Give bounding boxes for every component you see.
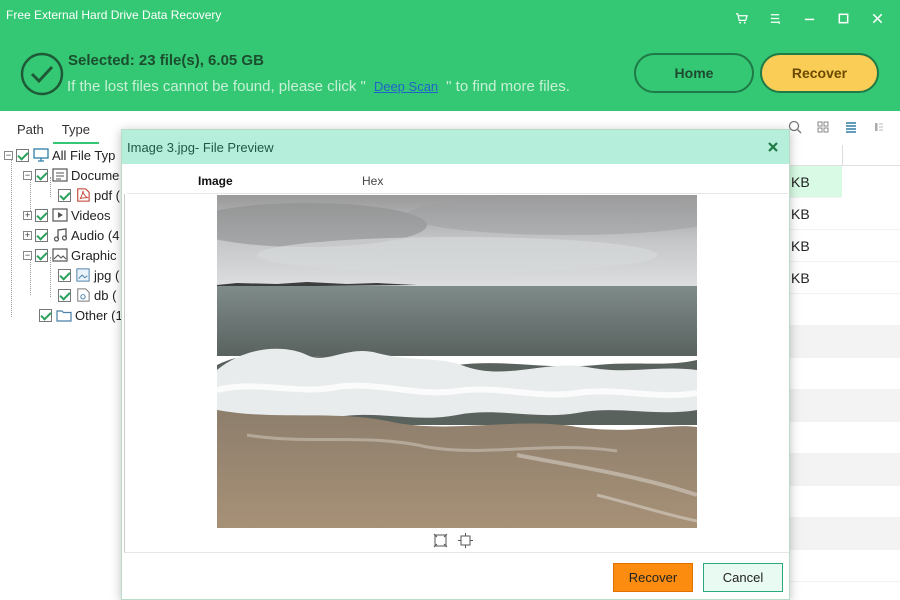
- collapse-icon[interactable]: −: [23, 250, 32, 260]
- list-view-icon[interactable]: [844, 120, 858, 134]
- minimize-icon[interactable]: [792, 6, 826, 30]
- collapse-icon[interactable]: −: [4, 150, 13, 160]
- dialog-title: Image 3.jpg- File Preview: [127, 139, 274, 155]
- tree-item-graphics[interactable]: − Graphic: [23, 245, 117, 265]
- grid-view-icon[interactable]: [816, 120, 830, 134]
- close-icon[interactable]: [860, 6, 894, 30]
- list-item-empty: [790, 390, 900, 422]
- top-banner: Free External Hard Drive Data Recovery S…: [0, 0, 900, 111]
- tree-item-db[interactable]: db (: [55, 285, 116, 305]
- music-icon: [53, 228, 68, 242]
- tree-item-all-file-types[interactable]: − All File Typ: [4, 145, 115, 165]
- checkbox[interactable]: [35, 248, 48, 262]
- left-tabs: Path Type: [8, 118, 99, 144]
- list-item-empty: [790, 454, 900, 486]
- db-file-icon: [77, 288, 90, 302]
- tab-path[interactable]: Path: [8, 118, 53, 144]
- close-icon[interactable]: [765, 139, 781, 155]
- document-icon: [52, 168, 68, 182]
- success-check-icon: [20, 52, 64, 96]
- tree-label: pdf (: [94, 187, 121, 203]
- list-item[interactable]: KB: [790, 230, 900, 262]
- preview-area: [124, 194, 789, 553]
- expand-icon[interactable]: +: [23, 230, 32, 240]
- tree-item-jpg[interactable]: jpg (: [55, 265, 119, 285]
- tree-label: Graphic: [71, 247, 117, 263]
- checkbox[interactable]: [35, 208, 48, 222]
- checkbox[interactable]: [58, 188, 71, 202]
- view-toolbar: [788, 120, 886, 134]
- deep-scan-hint: If the lost files cannot be found, pleas…: [67, 78, 570, 95]
- pdf-icon: [77, 188, 90, 202]
- recover-button[interactable]: Recover: [760, 53, 879, 93]
- tree-label: Other (1: [75, 307, 123, 323]
- cart-icon[interactable]: [724, 6, 758, 30]
- maximize-icon[interactable]: [826, 6, 860, 30]
- checkbox[interactable]: [58, 288, 71, 302]
- list-item-empty: [790, 358, 900, 390]
- list-header: [790, 145, 900, 166]
- monitor-icon: [33, 148, 49, 162]
- tree-label: jpg (: [94, 267, 120, 283]
- tree-item-documents[interactable]: − Docume: [23, 165, 119, 185]
- image-icon: [52, 248, 68, 262]
- list-item[interactable]: KB: [790, 166, 842, 198]
- dialog-recover-button[interactable]: Recover: [613, 563, 693, 592]
- checkbox[interactable]: [58, 268, 71, 282]
- tree-label: All File Typ: [52, 147, 116, 163]
- expand-icon[interactable]: +: [23, 210, 32, 220]
- checkbox[interactable]: [35, 228, 48, 242]
- file-preview-dialog: Image 3.jpg- File Preview Image Hex Reco…: [121, 129, 790, 600]
- preview-tabs: Image Hex: [127, 164, 788, 194]
- selected-summary: Selected: 23 file(s), 6.05 GB: [68, 52, 264, 69]
- list-item-empty: [790, 294, 900, 326]
- list-item-empty: [790, 486, 900, 518]
- zoom-controls: [433, 533, 473, 548]
- tree-label: Audio (4: [71, 227, 120, 243]
- menu-icon[interactable]: [758, 6, 792, 30]
- tab-hex[interactable]: Hex: [362, 174, 383, 188]
- tree-label: Docume: [71, 167, 120, 183]
- tree-label: db (: [94, 287, 117, 303]
- checkbox[interactable]: [16, 148, 29, 162]
- home-button[interactable]: Home: [634, 53, 754, 93]
- tab-type[interactable]: Type: [52, 118, 99, 144]
- list-item-empty: [790, 326, 900, 358]
- app-title: Free External Hard Drive Data Recovery: [6, 8, 222, 22]
- list-item-empty: [790, 422, 900, 454]
- folder-icon: [56, 310, 72, 322]
- dialog-cancel-button[interactable]: Cancel: [703, 563, 783, 592]
- tree-item-other[interactable]: Other (1: [36, 305, 123, 325]
- list-item[interactable]: KB: [790, 262, 900, 294]
- tree-label: Videos: [71, 207, 111, 223]
- actual-size-icon[interactable]: [458, 533, 473, 548]
- window-controls: [724, 6, 894, 30]
- file-list: KB KB KB KB: [790, 145, 900, 582]
- tree-item-audio[interactable]: + Audio (4: [23, 225, 119, 245]
- video-icon: [52, 208, 68, 222]
- preview-image: [217, 195, 697, 528]
- checkbox[interactable]: [35, 168, 48, 182]
- hint-text-before: If the lost files cannot be found, pleas…: [67, 78, 366, 95]
- collapse-icon[interactable]: −: [23, 170, 32, 180]
- hint-text-after: " to find more files.: [446, 78, 570, 95]
- list-item-empty: [790, 518, 900, 550]
- list-item[interactable]: KB: [790, 198, 900, 230]
- jpg-file-icon: [76, 268, 90, 282]
- tab-image[interactable]: Image: [198, 174, 233, 188]
- dialog-title-bar: Image 3.jpg- File Preview: [122, 130, 789, 164]
- tree-item-pdf[interactable]: pdf (: [55, 185, 120, 205]
- tree-item-videos[interactable]: + Videos: [23, 205, 111, 225]
- detail-view-icon[interactable]: [872, 120, 886, 134]
- list-item-empty: [790, 550, 900, 582]
- checkbox[interactable]: [39, 308, 52, 322]
- fit-to-window-icon[interactable]: [433, 533, 448, 548]
- deep-scan-link[interactable]: Deep Scan: [374, 79, 438, 94]
- search-icon[interactable]: [788, 120, 802, 134]
